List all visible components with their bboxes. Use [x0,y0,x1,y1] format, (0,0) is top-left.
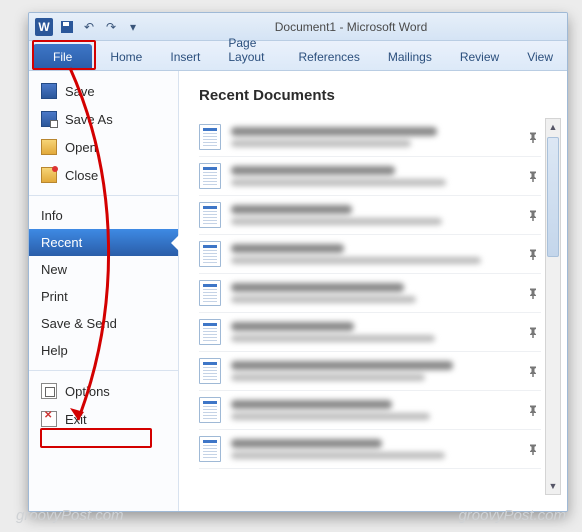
sidebar-item-label: Print [41,289,68,304]
sidebar-item-label: Close [65,168,98,183]
recent-document-meta [231,322,515,342]
scroll-down-icon[interactable]: ▼ [546,478,560,494]
options-icon [41,383,57,399]
word-document-icon [199,358,221,384]
sidebar-item-label: Open [65,140,97,155]
pin-icon[interactable] [525,285,541,301]
word-document-icon [199,163,221,189]
tab-view[interactable]: View [513,44,567,70]
sidebar-item-label: Info [41,208,63,223]
recent-document-row[interactable] [199,157,541,196]
tab-insert[interactable]: Insert [156,44,214,70]
recent-documents-list: ▲ ▼ [199,118,563,495]
sidebar-item-print[interactable]: Print [29,283,178,310]
tab-home[interactable]: Home [96,44,156,70]
recent-document-meta [231,361,515,381]
recent-document-meta [231,205,515,225]
word-document-icon [199,124,221,150]
pin-icon[interactable] [525,168,541,184]
word-document-icon [199,241,221,267]
sidebar-item-new[interactable]: New [29,256,178,283]
pin-icon[interactable] [525,207,541,223]
word-document-icon [199,397,221,423]
qat-save-icon[interactable] [59,19,75,35]
word-document-icon [199,319,221,345]
recent-document-meta [231,400,515,420]
pin-icon[interactable] [525,441,541,457]
pin-icon[interactable] [525,363,541,379]
tab-file[interactable]: File [33,44,92,70]
sidebar-item-help[interactable]: Help [29,337,178,364]
sidebar-item-label: Save [65,84,95,99]
sidebar-item-exit[interactable]: Exit [29,405,178,433]
recent-document-row[interactable] [199,391,541,430]
pin-icon[interactable] [525,129,541,145]
scrollbar-vertical[interactable]: ▲ ▼ [545,118,561,495]
scroll-thumb[interactable] [547,137,559,257]
word-document-icon [199,436,221,462]
quick-access-toolbar: ↶ ↷ ▾ [59,19,141,35]
pin-icon[interactable] [525,402,541,418]
recent-document-row[interactable] [199,196,541,235]
qat-undo-icon[interactable]: ↶ [81,19,97,35]
sidebar-item-open[interactable]: Open [29,133,178,161]
sidebar-item-options[interactable]: Options [29,377,178,405]
sidebar-item-label: Save & Send [41,316,117,331]
recent-document-row[interactable] [199,430,541,469]
scroll-up-icon[interactable]: ▲ [546,119,560,135]
word-document-icon [199,202,221,228]
recent-document-meta [231,283,515,303]
recent-document-meta [231,439,515,459]
sidebar-item-label: Save As [65,112,113,127]
folder-close-icon [41,167,57,183]
sidebar-item-close[interactable]: Close [29,161,178,189]
sidebar-item-label: Exit [65,412,87,427]
sidebar-item-saveas[interactable]: Save As [29,105,178,133]
tab-mailings[interactable]: Mailings [374,44,446,70]
folder-open-icon [41,139,57,155]
sidebar-item-label: New [41,262,67,277]
tab-review[interactable]: Review [446,44,513,70]
title-app: Microsoft Word [347,20,427,34]
sidebar-item-label: Help [41,343,68,358]
backstage-sidebar: Save Save As Open Close Info Recent [29,71,179,511]
save-icon [41,83,57,99]
tab-references[interactable]: References [284,44,373,70]
sidebar-item-save[interactable]: Save [29,77,178,105]
sidebar-separator [29,370,178,371]
titlebar: W ↶ ↷ ▾ Document1 - Microsoft Word [29,13,567,41]
qat-customize-icon[interactable]: ▾ [125,19,141,35]
recent-document-row[interactable] [199,352,541,391]
ribbon-tabs: File Home Insert Page Layout References … [29,41,567,71]
recent-document-meta [231,127,515,147]
window-title: Document1 - Microsoft Word [141,20,561,34]
sidebar-item-savesend[interactable]: Save & Send [29,310,178,337]
qat-redo-icon[interactable]: ↷ [103,19,119,35]
sidebar-item-label: Options [65,384,110,399]
recent-document-meta [231,166,515,186]
recent-document-row[interactable] [199,235,541,274]
pin-icon[interactable] [525,246,541,262]
backstage-main: Recent Documents ▲ ▼ [179,71,567,511]
recent-documents-heading: Recent Documents [199,87,563,104]
recent-document-row[interactable] [199,118,541,157]
sidebar-item-info[interactable]: Info [29,202,178,229]
sidebar-separator [29,195,178,196]
word-document-icon [199,280,221,306]
watermark-bottom-right: groovyPost.com [458,507,566,524]
word-app-icon: W [35,18,53,36]
exit-icon [41,411,57,427]
sidebar-item-recent[interactable]: Recent [29,229,178,256]
pin-icon[interactable] [525,324,541,340]
recent-document-row[interactable] [199,274,541,313]
tab-page-layout[interactable]: Page Layout [214,30,284,70]
recent-document-meta [231,244,515,264]
backstage-body: Save Save As Open Close Info Recent [29,71,567,511]
recent-document-row[interactable] [199,313,541,352]
word-window: W ↶ ↷ ▾ Document1 - Microsoft Word File … [28,12,568,512]
watermark-bottom-left: groovyPost.com [16,507,124,524]
sidebar-item-label: Recent [41,235,82,250]
saveas-icon [41,111,57,127]
